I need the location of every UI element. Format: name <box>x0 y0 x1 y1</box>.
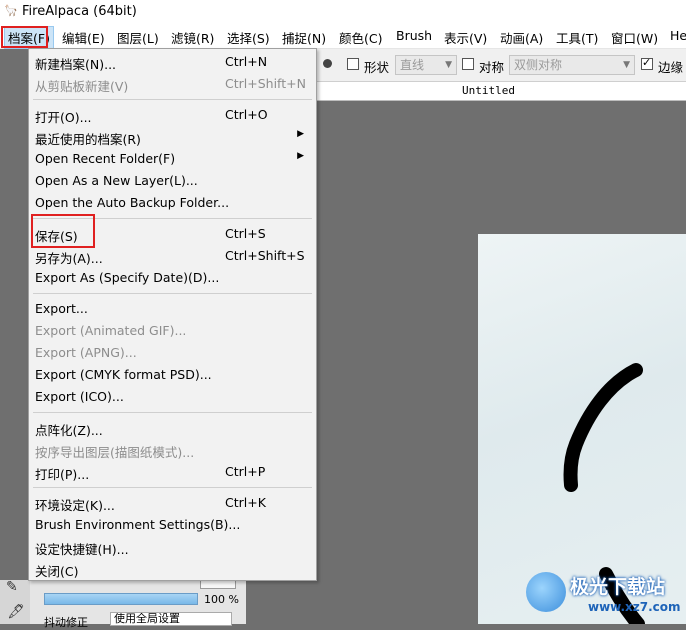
menu-tools[interactable]: 工具(T) <box>556 28 598 47</box>
canvas-tab-header: Untitled <box>317 82 686 101</box>
menu-item-export-gif: Export (Animated GIF)... <box>35 323 187 338</box>
site-watermark: 极光下载站 www.xz7.com <box>524 568 686 622</box>
brush-settings-panel: ✎ 🖋 100 % 抖动修正 使用全局设置 <box>0 579 246 629</box>
menu-edit[interactable]: 编辑(E) <box>62 28 105 47</box>
menu-item-close[interactable]: 关闭(C) <box>29 558 316 580</box>
menu-window[interactable]: 窗口(W) <box>611 28 658 47</box>
menu-item-preferences[interactable]: 环境设定(K)... Ctrl+K <box>29 492 316 514</box>
menu-item-export-apng: Export (APNG)... <box>35 345 137 360</box>
alpaca-app-icon: 🦙 <box>4 4 18 17</box>
shape-select-value: 直线 <box>400 58 425 72</box>
file-menu-dropdown: 新建档案(N)... Ctrl+N 从剪贴板新建(V) Ctrl+Shift+N… <box>28 48 317 581</box>
menu-item-open-as-layer[interactable]: Open As a New Layer(L)... <box>29 170 316 192</box>
menu-item-export-layers-onion: 按序导出图层(描图纸模式)... <box>35 445 195 460</box>
menu-item-shortcut-settings[interactable]: 设定快捷键(H)... <box>29 536 316 558</box>
brush-stroke <box>563 363 645 624</box>
menu-item-save-as[interactable]: 另存为(A)... Ctrl+Shift+S <box>29 245 316 267</box>
menu-snap[interactable]: 捕捉(N) <box>282 28 326 47</box>
menu-brush[interactable]: Brush <box>396 28 432 43</box>
shape-checkbox[interactable] <box>347 58 359 70</box>
menu-separator <box>33 99 312 100</box>
menu-item-open[interactable]: 打开(O)... Ctrl+O <box>29 104 316 126</box>
edge-checkbox[interactable] <box>641 56 653 70</box>
submenu-arrow-icon: ▶ <box>297 129 304 139</box>
shape-label: 形状 <box>364 60 390 75</box>
menu-layer[interactable]: 图层(L) <box>117 28 159 47</box>
pen-tool-icon[interactable]: ✎ <box>6 579 18 595</box>
menu-animation[interactable]: 动画(A) <box>500 28 543 47</box>
edge-label: 边缘 <box>658 60 684 75</box>
menu-item-recent-files[interactable]: 最近使用的档案(R) ▶ <box>29 126 316 148</box>
opacity-slider[interactable] <box>44 593 198 605</box>
menu-separator <box>33 487 312 488</box>
highlight-box-save <box>31 214 95 248</box>
stabilizer-select-value: 使用全局设置 <box>114 612 180 625</box>
menu-item-open-backup-folder[interactable]: Open the Auto Backup Folder... <box>29 192 316 214</box>
brush-dot-icon <box>323 59 332 68</box>
symmetry-label: 对称 <box>479 60 505 75</box>
menu-item-brush-env-settings[interactable]: Brush Environment Settings(B)... <box>29 514 316 536</box>
stabilizer-label: 抖动修正 <box>44 616 88 629</box>
menu-separator <box>33 293 312 294</box>
menu-item-recent-folder[interactable]: Open Recent Folder(F) ▶ <box>29 148 316 170</box>
menu-item-export[interactable]: Export... <box>29 298 316 320</box>
menu-item-new[interactable]: 新建档案(N)... Ctrl+N <box>29 51 316 73</box>
menu-item-export-cmyk-psd[interactable]: Export (CMYK format PSD)... <box>29 364 316 386</box>
menu-select[interactable]: 选择(S) <box>227 28 270 47</box>
opacity-value: 100 % <box>204 593 239 606</box>
title-bar: 🦙 FireAlpaca (64bit) <box>0 0 686 24</box>
menu-item-print[interactable]: 打印(P)... Ctrl+P <box>29 461 316 483</box>
watermark-text: 极光下载站 <box>570 576 666 598</box>
menu-bar: 档案(F) 编辑(E) 图层(L) 滤镜(R) 选择(S) 捕捉(N) 颜色(C… <box>0 24 686 49</box>
menu-item-export-as-date[interactable]: Export As (Specify Date)(D)... <box>29 267 316 289</box>
menu-item-export-ico[interactable]: Export (ICO)... <box>29 386 316 408</box>
menu-help[interactable]: Help <box>670 28 686 43</box>
symmetry-select-value: 双侧对称 <box>514 58 563 72</box>
document-title: Untitled <box>462 84 515 97</box>
submenu-arrow-icon: ▶ <box>297 151 304 161</box>
menu-color[interactable]: 颜色(C) <box>339 28 382 47</box>
menu-filter[interactable]: 滤镜(R) <box>171 28 214 47</box>
eyedropper-tool-icon[interactable]: 🖋 <box>7 604 25 620</box>
watermark-url: www.xz7.com <box>588 600 681 614</box>
window-title: FireAlpaca (64bit) <box>22 4 137 19</box>
tool-options-bar: 形状 直线 ▼ 对称 双侧对称 ▼ 边缘 <box>317 49 686 82</box>
watermark-logo-icon <box>526 572 566 612</box>
chevron-down-icon: ▼ <box>623 60 630 70</box>
chevron-down-icon: ▼ <box>445 60 452 70</box>
shape-select[interactable]: 直线 ▼ <box>395 55 457 75</box>
menu-item-rasterize[interactable]: 点阵化(Z)... <box>29 417 316 439</box>
symmetry-checkbox[interactable] <box>462 58 474 70</box>
menu-item-new-from-clipboard: 从剪贴板新建(V) Ctrl+Shift+N <box>35 76 306 94</box>
menu-separator <box>33 412 312 413</box>
menu-view[interactable]: 表示(V) <box>444 28 487 47</box>
highlight-box-file-menu <box>1 26 48 48</box>
symmetry-select[interactable]: 双侧对称 ▼ <box>509 55 635 75</box>
